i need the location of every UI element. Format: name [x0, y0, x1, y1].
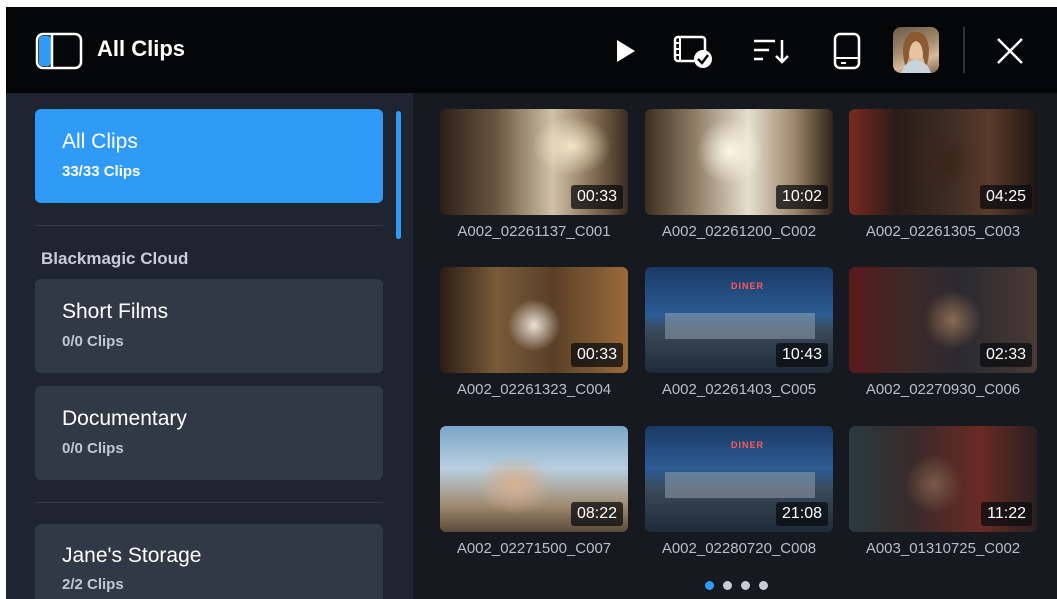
clip-tile[interactable]: DINER 21:08 A002_02280720_C008 — [645, 426, 833, 557]
clip-duration: 10:43 — [775, 343, 828, 367]
sidebar-divider — [35, 502, 383, 503]
header-divider — [963, 27, 965, 73]
page-title: All Clips — [97, 36, 186, 61]
thumbnail-building — [665, 313, 815, 339]
page-dot-1[interactable] — [705, 581, 714, 590]
page-dot-3[interactable] — [741, 581, 750, 590]
clip-name: A002_02280720_C008 — [661, 540, 817, 557]
sidebar-item-short-films[interactable]: Short Films 0/0 Clips — [35, 279, 383, 373]
sidebar-scrollbar[interactable] — [396, 111, 401, 239]
clip-duration: 00:33 — [570, 185, 623, 209]
sidebar-item-label: Short Films — [62, 300, 169, 323]
thumbnail-building — [665, 472, 815, 498]
clip-thumbnail: 04:25 — [849, 109, 1037, 215]
clip-tile[interactable]: DINER 10:43 A002_02261403_C005 — [645, 267, 833, 398]
clip-tile[interactable]: 10:02 A002_02261200_C002 — [645, 109, 833, 240]
section-label-cloud: Blackmagic Cloud — [41, 249, 189, 268]
clip-name: A003_01310725_C002 — [865, 540, 1021, 557]
clip-thumbnail: 00:33 — [440, 109, 628, 215]
app-window: All Clips All Clips 33/33 Clips Blackmag… — [6, 7, 1057, 599]
clip-name: A002_02261305_C003 — [865, 223, 1021, 240]
clip-thumbnail: 11:22 — [849, 426, 1037, 532]
avatar[interactable] — [893, 27, 939, 73]
clip-thumbnail: 10:02 — [645, 109, 833, 215]
sidebar-item-label: Jane's Storage — [62, 544, 202, 567]
clip-tile[interactable]: 02:33 A002_02270930_C006 — [849, 267, 1037, 398]
clip-duration: 00:33 — [570, 343, 623, 367]
sidebar: All Clips 33/33 Clips Blackmagic Cloud S… — [6, 93, 413, 599]
diner-sign: DINER — [731, 281, 765, 291]
clip-name: A002_02261200_C002 — [661, 223, 817, 240]
sidebar-item-count: 0/0 Clips — [62, 440, 124, 457]
sidebar-item-label: All Clips — [62, 130, 138, 153]
clip-grid: 00:33 A002_02261137_C001 10:02 A002_0226… — [413, 93, 1057, 599]
sidebar-item-label: Documentary — [62, 407, 187, 430]
clip-duration: 21:08 — [775, 502, 828, 526]
sidebar-item-documentary[interactable]: Documentary 0/0 Clips — [35, 386, 383, 480]
clip-thumbnail: 00:33 — [440, 267, 628, 373]
close-icon — [997, 38, 1023, 64]
clip-tile[interactable]: 00:33 A002_02261137_C001 — [440, 109, 628, 240]
close-button[interactable] — [988, 29, 1032, 73]
clip-duration: 10:02 — [775, 185, 828, 209]
clip-name: A002_02271500_C007 — [456, 540, 612, 557]
drive-icon — [833, 32, 861, 70]
top-bar: All Clips — [6, 7, 1057, 93]
clip-duration: 08:22 — [570, 502, 623, 526]
clip-name: A002_02261403_C005 — [661, 381, 817, 398]
clip-thumbnail: 08:22 — [440, 426, 628, 532]
select-clips-button[interactable] — [671, 29, 715, 73]
clip-duration: 02:33 — [979, 343, 1032, 367]
sidebar-item-all-clips[interactable]: All Clips 33/33 Clips — [35, 109, 383, 203]
clip-thumbnail: 02:33 — [849, 267, 1037, 373]
page-dot-4[interactable] — [759, 581, 768, 590]
clip-duration: 11:22 — [981, 502, 1032, 526]
sidebar-item-janes-storage[interactable]: Jane's Storage 2/2 Clips — [35, 524, 383, 599]
clip-tile[interactable]: 08:22 A002_02271500_C007 — [440, 426, 628, 557]
clip-tile[interactable]: 11:22 A003_01310725_C002 — [849, 426, 1037, 557]
clip-name: A002_02261323_C004 — [456, 381, 612, 398]
sort-descending-icon — [754, 39, 789, 64]
sidebar-item-count: 2/2 Clips — [62, 576, 124, 593]
play-icon — [617, 40, 635, 62]
clip-thumbnail: DINER 21:08 — [645, 426, 833, 532]
storage-button[interactable] — [825, 29, 869, 73]
clip-checkmark-icon — [673, 35, 712, 68]
clip-tile[interactable]: 04:25 A002_02261305_C003 — [849, 109, 1037, 240]
sidebar-item-count: 0/0 Clips — [62, 333, 124, 350]
clip-duration: 04:25 — [979, 185, 1032, 209]
page-dot-2[interactable] — [723, 581, 732, 590]
clip-tile[interactable]: 00:33 A002_02261323_C004 — [440, 267, 628, 398]
clip-name: A002_02261137_C001 — [457, 223, 611, 240]
sidebar-panel-icon[interactable] — [35, 32, 83, 70]
clip-name: A002_02270930_C006 — [865, 381, 1021, 398]
page-indicator — [705, 581, 768, 590]
play-button[interactable] — [603, 29, 647, 73]
clip-thumbnail: DINER 10:43 — [645, 267, 833, 373]
sidebar-divider — [35, 225, 383, 226]
sort-button[interactable] — [749, 29, 793, 73]
diner-sign: DINER — [731, 440, 765, 450]
sidebar-item-count: 33/33 Clips — [62, 163, 141, 180]
